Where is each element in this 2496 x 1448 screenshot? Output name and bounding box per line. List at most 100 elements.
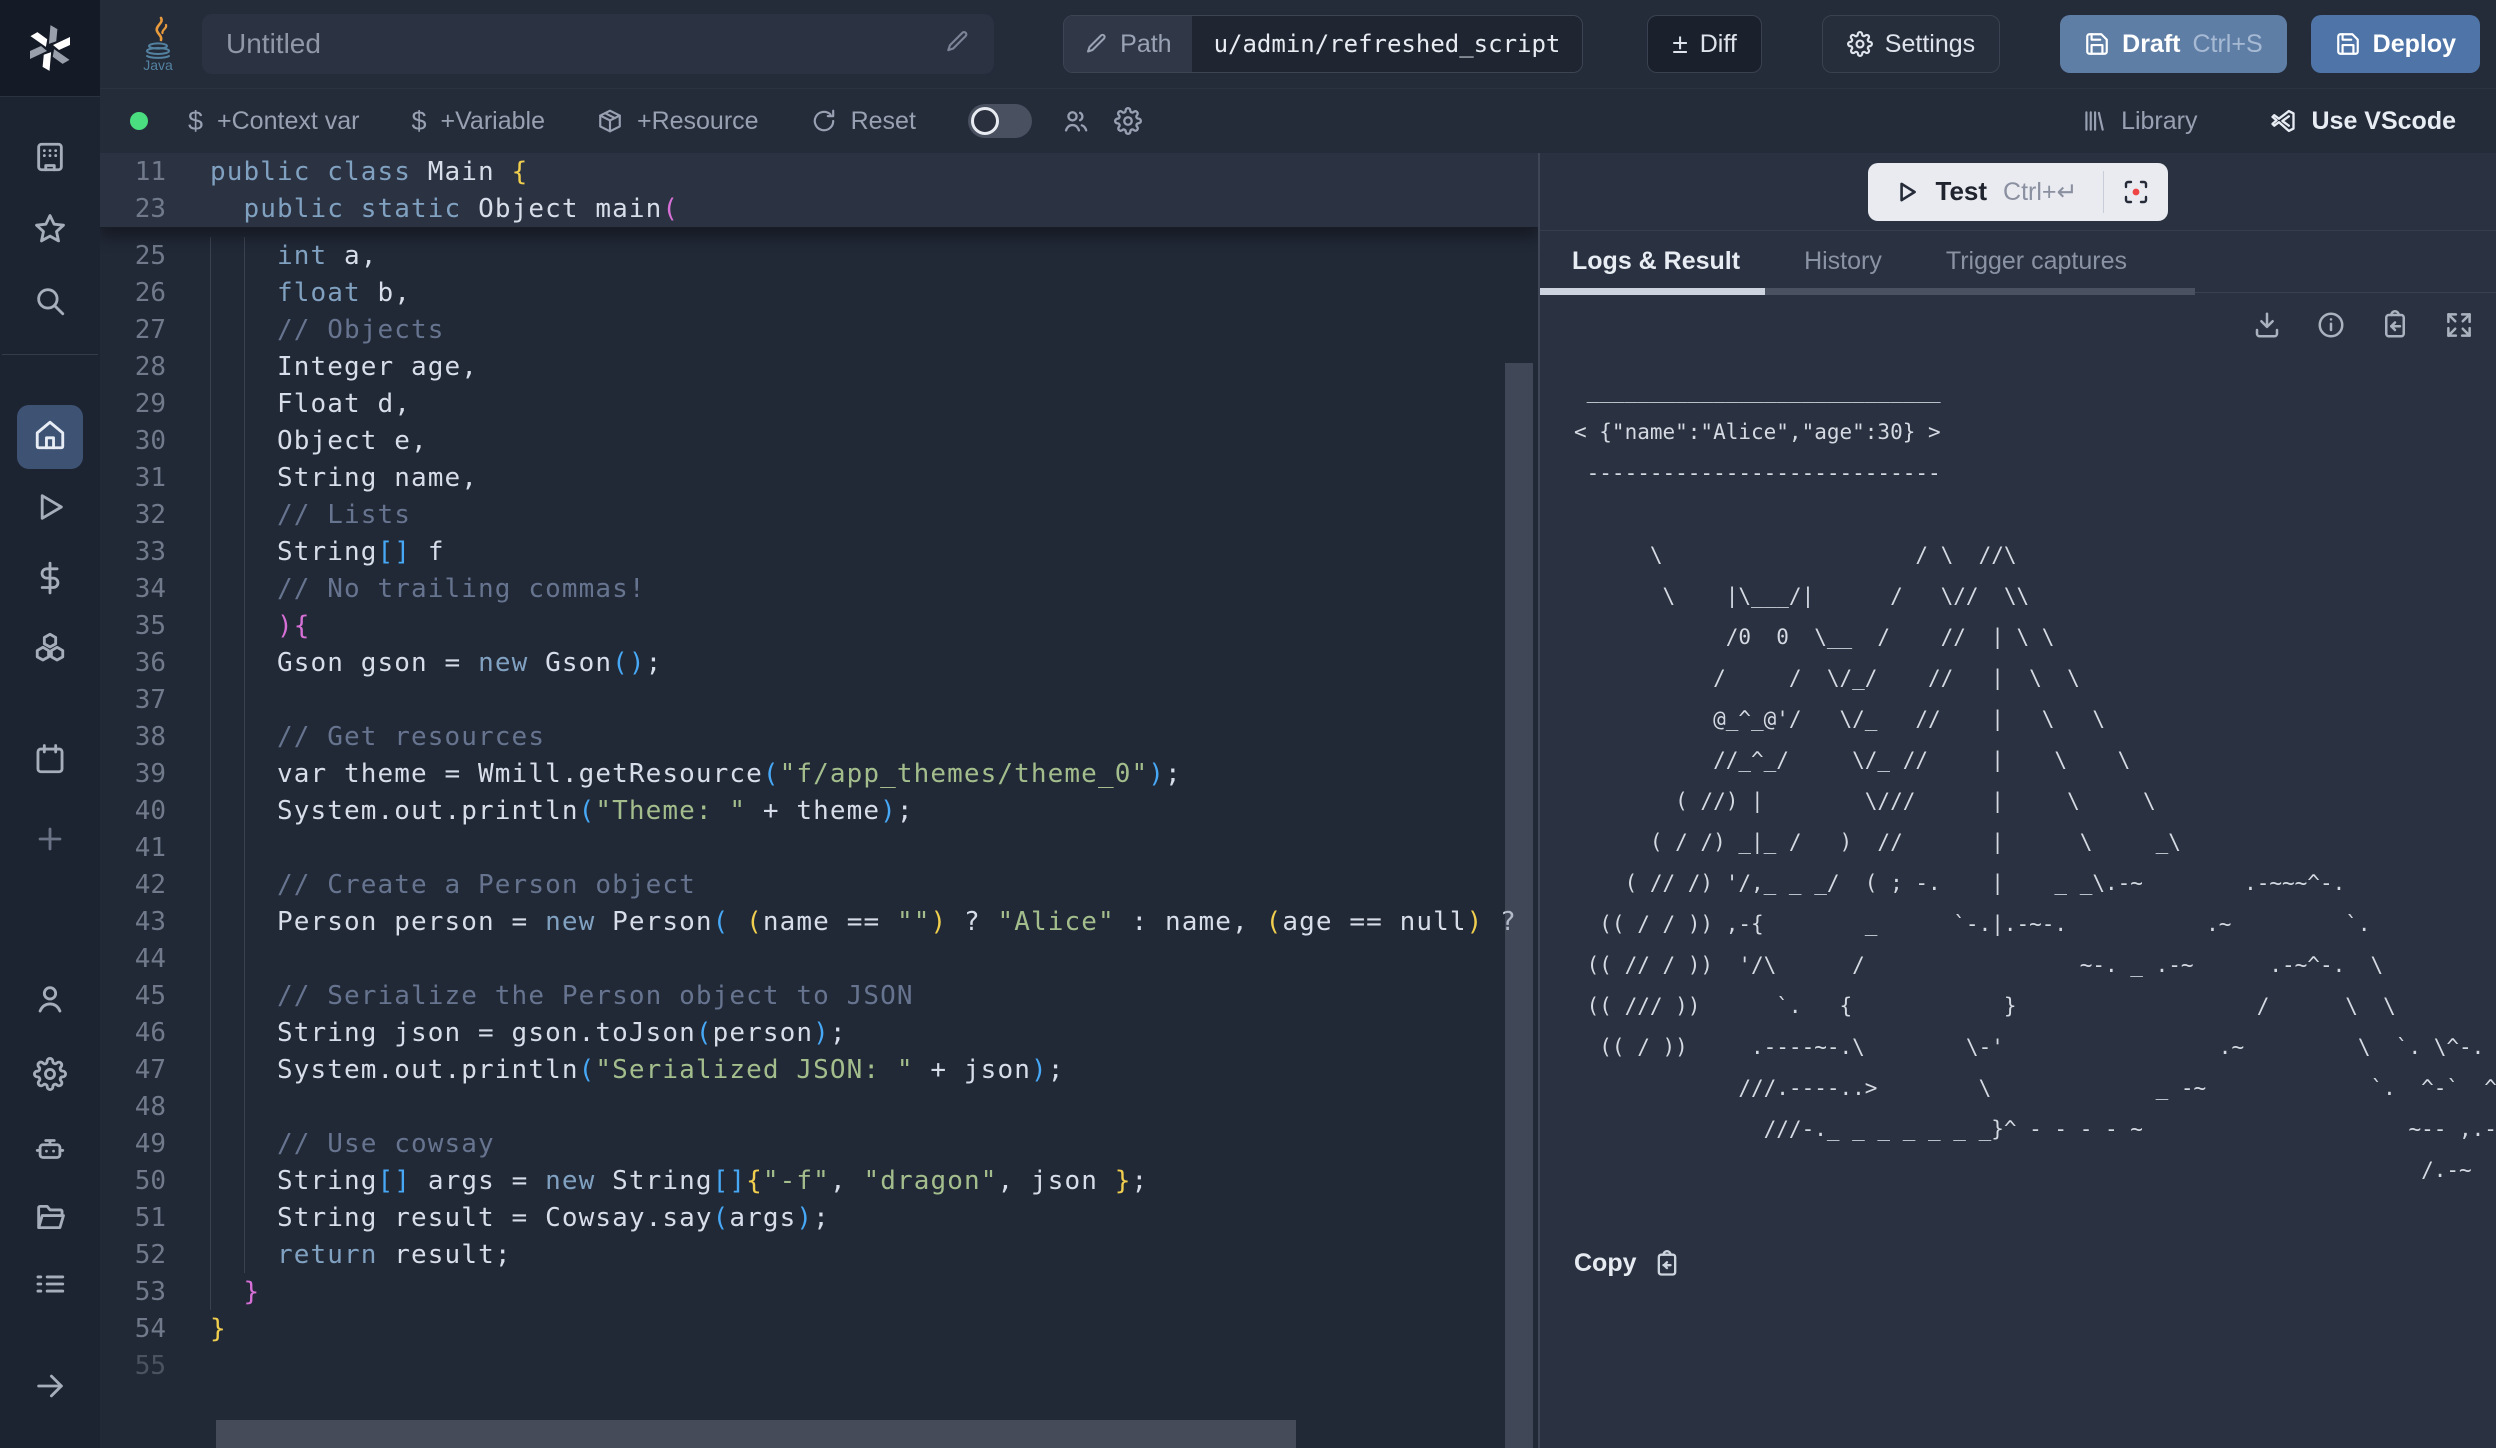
use-vscode-button[interactable]: Use VScode <box>2269 107 2456 136</box>
code-line[interactable]: 46 String json = gson.toJson(person); <box>100 1014 1538 1051</box>
add-variable-button[interactable]: $ +Variable <box>411 106 545 137</box>
use-vscode-label: Use VScode <box>2311 107 2456 136</box>
dollar-icon: $ <box>188 106 203 137</box>
sidebar-item-schedules[interactable] <box>26 737 74 785</box>
code-line[interactable]: 44 <box>100 940 1538 977</box>
result-info-button[interactable] <box>2314 308 2348 342</box>
sidebar-item-runs[interactable] <box>26 485 74 533</box>
path-value[interactable]: u/admin/refreshed_script <box>1192 16 1583 72</box>
sidebar-item-create[interactable] <box>26 817 74 865</box>
editor-settings-button[interactable] <box>1106 99 1150 143</box>
code-line[interactable]: 35 ){ <box>100 607 1538 644</box>
copy-result-button[interactable] <box>2378 308 2412 342</box>
draft-button[interactable]: Draft Ctrl+S <box>2060 15 2287 73</box>
editor-vertical-scrollbar[interactable] <box>1505 153 1533 1448</box>
scrollbar-thumb[interactable] <box>216 1420 1296 1448</box>
add-context-var-button[interactable]: $ +Context var <box>188 106 359 137</box>
code-line[interactable]: 36 Gson gson = new Gson(); <box>100 644 1538 681</box>
code-line[interactable]: 38 // Get resources <box>100 718 1538 755</box>
expand-result-button[interactable] <box>2442 308 2476 342</box>
code-line[interactable]: 52 return result; <box>100 1236 1538 1273</box>
reset-button[interactable]: Reset <box>811 107 916 136</box>
info-icon <box>2316 310 2346 340</box>
path-field[interactable]: Path u/admin/refreshed_script <box>1063 15 1583 73</box>
test-button[interactable]: Test Ctrl+↵ <box>1868 163 2104 221</box>
editor-horizontal-scrollbar[interactable] <box>100 1420 1538 1448</box>
code-line[interactable]: 28 Integer age, <box>100 348 1538 385</box>
scrollbar-thumb[interactable] <box>1505 363 1533 1448</box>
code-line[interactable]: 42 // Create a Person object <box>100 866 1538 903</box>
code-line[interactable]: 47 System.out.println("Serialized JSON: … <box>100 1051 1538 1088</box>
code-line[interactable]: 53 } <box>100 1273 1538 1310</box>
list-icon <box>33 1267 67 1306</box>
code-editor[interactable]: 25 int a,26 float b,27 // Objects28 Inte… <box>100 153 1538 1448</box>
sidebar-item-search[interactable] <box>26 279 74 327</box>
tab-trigger-captures[interactable]: Trigger captures <box>1914 231 2159 292</box>
script-title-field[interactable]: Untitled <box>202 14 994 74</box>
code-line[interactable]: 40 System.out.println("Theme: " + theme)… <box>100 792 1538 829</box>
settings-button[interactable]: Settings <box>1822 15 2000 73</box>
capture-test-button[interactable] <box>2104 163 2168 221</box>
deploy-button[interactable]: Deploy <box>2311 15 2480 73</box>
code-line[interactable]: 45 // Serialize the Person object to JSO… <box>100 977 1538 1014</box>
code-line[interactable]: 26 float b, <box>100 274 1538 311</box>
code-line[interactable]: 30 Object e, <box>100 422 1538 459</box>
code-line[interactable]: 27 // Objects <box>100 311 1538 348</box>
windmill-pinwheel-icon <box>24 22 76 74</box>
line-number: 50 <box>100 1166 166 1196</box>
sidebar-item-audit-logs[interactable] <box>26 1262 74 1310</box>
code-line[interactable]: 51 String result = Cowsay.say(args); <box>100 1199 1538 1236</box>
line-number: 49 <box>100 1129 166 1159</box>
download-result-button[interactable] <box>2250 308 2284 342</box>
edit-title-pencil-icon[interactable] <box>944 29 970 60</box>
code-line[interactable]: 48 <box>100 1088 1538 1125</box>
test-label: Test <box>1936 176 1988 207</box>
code-line[interactable]: 49 // Use cowsay <box>100 1125 1538 1162</box>
star-icon <box>33 212 67 251</box>
line-number: 37 <box>100 685 166 715</box>
code-line[interactable]: 32 // Lists <box>100 496 1538 533</box>
library-icon <box>2081 108 2107 134</box>
code-line[interactable]: 39 var theme = Wmill.getResource("f/app_… <box>100 755 1538 792</box>
windmill-logo[interactable] <box>0 0 100 97</box>
code-line[interactable]: 50 String[] args = new String[]{"-f", "d… <box>100 1162 1538 1199</box>
sidebar-item-resources[interactable] <box>26 625 74 673</box>
code-line[interactable]: 37 <box>100 681 1538 718</box>
sidebar-item-expand[interactable] <box>26 1364 74 1412</box>
diff-button[interactable]: ± Diff <box>1647 15 1761 73</box>
add-resource-button[interactable]: +Resource <box>597 107 759 136</box>
sidebar-item-variables[interactable] <box>26 556 74 604</box>
code-line[interactable]: 23 public static Object main( <box>100 190 1538 227</box>
tab-logs-result[interactable]: Logs & Result <box>1540 231 1772 292</box>
sidebar-item-settings[interactable] <box>26 1052 74 1100</box>
sidebar-item-users[interactable] <box>26 977 74 1025</box>
code-line[interactable]: 29 Float d, <box>100 385 1538 422</box>
code-line[interactable]: 31 String name, <box>100 459 1538 496</box>
download-icon <box>2252 310 2282 340</box>
code-line[interactable]: 33 String[] f <box>100 533 1538 570</box>
code-line[interactable]: 25 int a, <box>100 237 1538 274</box>
code-line[interactable]: 54} <box>100 1310 1538 1347</box>
code-line[interactable]: 43 Person person = new Person( (name == … <box>100 903 1538 940</box>
sidebar-item-folders[interactable] <box>26 1195 74 1243</box>
code-line[interactable]: 41 <box>100 829 1538 866</box>
line-number: 38 <box>100 722 166 752</box>
plus-icon <box>33 822 67 861</box>
assistant-toggle[interactable] <box>968 104 1032 138</box>
sidebar-item-workers[interactable] <box>26 1127 74 1175</box>
library-button[interactable]: Library <box>2081 107 2197 136</box>
sidebar-item-home[interactable] <box>17 405 83 469</box>
line-number: 25 <box>100 241 166 271</box>
line-number: 52 <box>100 1240 166 1270</box>
path-label: Path <box>1120 30 1171 59</box>
code-line[interactable]: 11public class Main { <box>100 153 1538 190</box>
multiplayer-button[interactable] <box>1054 99 1098 143</box>
sidebar-item-favorites[interactable] <box>26 207 74 255</box>
code-line[interactable]: 34 // No trailing commas! <box>100 570 1538 607</box>
sidebar-item-workspace[interactable] <box>26 135 74 183</box>
diff-icon: ± <box>1672 30 1687 58</box>
copy-row[interactable]: Copy <box>1574 1249 2496 1278</box>
code-line[interactable]: 55 <box>100 1347 1538 1384</box>
line-number: 29 <box>100 389 166 419</box>
tab-history[interactable]: History <box>1772 231 1914 292</box>
